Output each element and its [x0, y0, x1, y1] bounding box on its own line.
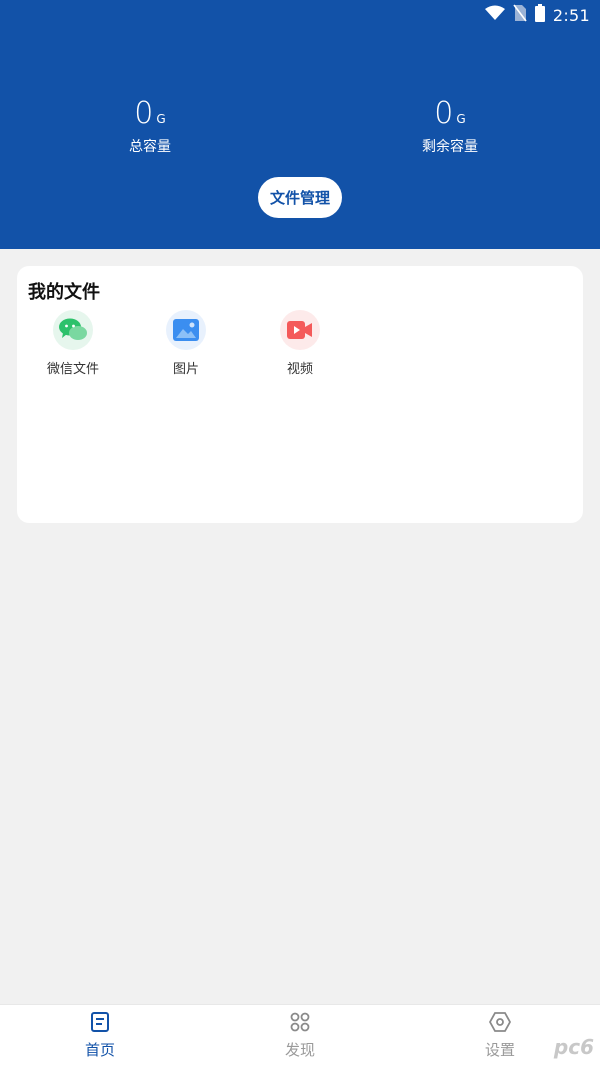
category-label: 视频: [286, 362, 313, 377]
video-icon: [280, 310, 320, 350]
tab-label: 发现: [284, 1041, 315, 1059]
total-capacity-unit: G: [156, 112, 166, 126]
remaining-capacity: 0G 剩余容量: [350, 96, 550, 156]
battery-icon: [534, 4, 545, 26]
total-capacity-label: 总容量: [129, 139, 171, 155]
category-label: 微信文件: [46, 362, 99, 377]
file-manage-button[interactable]: 文件管理: [258, 177, 342, 218]
my-files-card: 我的文件 微信文件 图片 视频: [17, 266, 583, 523]
wifi-icon: [484, 5, 505, 25]
tab-home[interactable]: 首页: [50, 1011, 150, 1060]
status-time: 2:51: [552, 5, 590, 25]
remaining-capacity-unit: G: [456, 112, 466, 126]
tab-label: 首页: [84, 1041, 115, 1059]
grid-command-icon: [250, 1011, 350, 1033]
my-files-title: 我的文件: [28, 282, 100, 303]
tab-discover[interactable]: 发现: [250, 1011, 350, 1060]
category-images[interactable]: 图片: [141, 310, 231, 377]
image-icon: [166, 310, 206, 350]
storage-header: 2:51 0G 总容量 0G 剩余容量 文件管理: [0, 0, 600, 249]
category-wechat-files[interactable]: 微信文件: [28, 310, 118, 377]
category-videos[interactable]: 视频: [255, 310, 345, 377]
total-capacity: 0G 总容量: [50, 96, 250, 156]
settings-hexagon-icon: [450, 1011, 550, 1033]
watermark-logo: pc6: [553, 1035, 594, 1059]
document-icon: [50, 1011, 150, 1033]
tab-label: 设置: [484, 1041, 515, 1059]
total-capacity-value: 0: [134, 96, 154, 131]
no-sim-icon: [513, 4, 527, 26]
tab-settings[interactable]: 设置: [450, 1011, 550, 1060]
remaining-capacity-label: 剩余容量: [422, 139, 478, 155]
bottom-tab-bar: 首页 发现 设置: [0, 1004, 600, 1068]
category-label: 图片: [172, 362, 199, 377]
wechat-icon: [53, 310, 93, 350]
remaining-capacity-value: 0: [434, 96, 454, 131]
status-bar: 2:51: [484, 3, 590, 27]
